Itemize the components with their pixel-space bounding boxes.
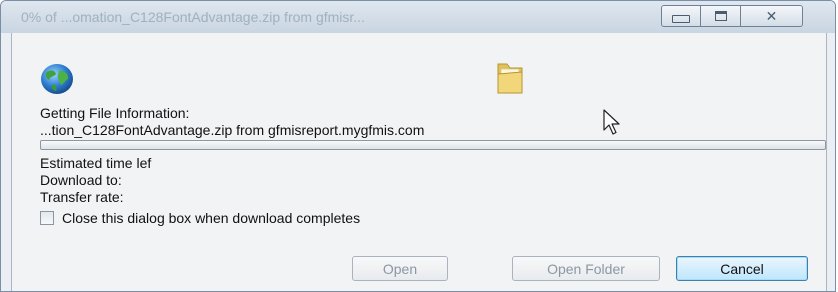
folder-icon [497, 63, 523, 94]
download-progress-bar [40, 140, 826, 150]
maximize-button[interactable] [701, 5, 741, 27]
transfer-rate-label: Transfer rate: [40, 189, 124, 205]
close-icon: ✕ [765, 7, 778, 24]
status-text: Getting File Information: [40, 105, 190, 121]
close-on-complete-label[interactable]: Close this dialog box when download comp… [62, 210, 360, 226]
close-button[interactable]: ✕ [741, 5, 803, 27]
minimize-icon [672, 14, 690, 23]
cancel-button[interactable]: Cancel [676, 256, 808, 281]
open-folder-button[interactable]: Open Folder [512, 256, 660, 281]
download-dialog-window: 0% of ...omation_C128FontAdvantage.zip f… [0, 0, 836, 292]
dialog-body: Getting File Information: ...tion_C128Fo… [11, 33, 827, 291]
download-to-label: Download to: [40, 172, 122, 188]
maximize-icon [714, 11, 727, 21]
mouse-cursor-icon [603, 109, 620, 135]
close-on-complete-checkbox[interactable] [40, 211, 54, 225]
globe-icon [41, 64, 73, 94]
window-controls: ✕ [661, 5, 803, 27]
open-button[interactable]: Open [352, 256, 448, 281]
file-source-text: ...tion_C128FontAdvantage.zip from gfmis… [40, 122, 425, 138]
window-title: 0% of ...omation_C128FontAdvantage.zip f… [21, 9, 365, 25]
minimize-button[interactable] [661, 5, 701, 27]
estimated-time-label: Estimated time lef [40, 155, 152, 171]
title-bar[interactable]: 0% of ...omation_C128FontAdvantage.zip f… [1, 1, 835, 33]
